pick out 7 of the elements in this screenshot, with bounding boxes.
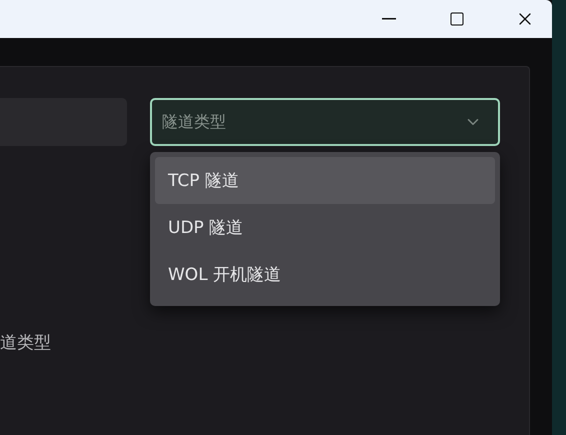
menu-item[interactable]: WOL 开机隧道 xyxy=(155,251,495,298)
menu-item[interactable]: UDP 隧道 xyxy=(155,204,495,251)
tunnel-type-select[interactable]: 隧道类型 xyxy=(150,98,500,146)
maximize-icon xyxy=(449,11,465,27)
menu-item[interactable]: TCP 隧道 xyxy=(155,157,495,204)
minimize-icon xyxy=(382,18,396,20)
field-label: 道类型 xyxy=(0,332,52,354)
